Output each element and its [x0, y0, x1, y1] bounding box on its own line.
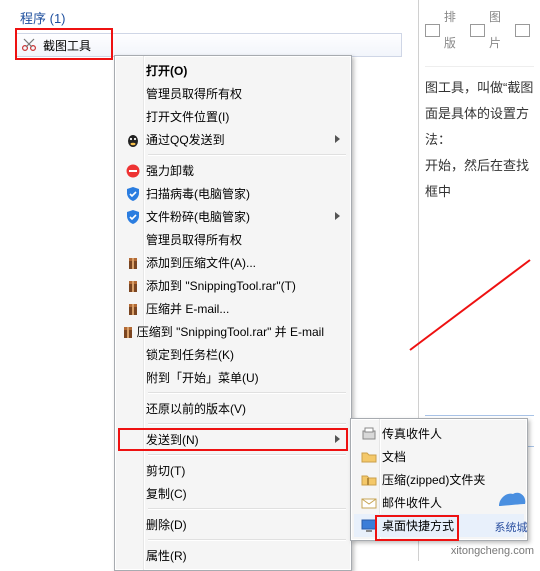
- text-line: 面是具体的设置方法：: [425, 101, 534, 153]
- context-menu: 打开(O) 管理员取得所有权 打开文件位置(I) 通过QQ发送到 强力卸载 扫描…: [114, 55, 352, 571]
- menu-label: 删除(D): [146, 516, 187, 533]
- menu-compress-email[interactable]: 压缩并 E-mail...: [118, 297, 348, 320]
- text-line: 开始，然后在查找框中: [425, 153, 534, 205]
- menu-force-uninstall[interactable]: 强力卸载: [118, 159, 348, 182]
- menu-cut[interactable]: 剪切(T): [118, 459, 348, 482]
- section-header: 程序 (1): [0, 0, 418, 31]
- menu-separator: [148, 508, 346, 510]
- menu-label: 文档: [382, 448, 406, 465]
- menu-label: 锁定到任务栏(K): [146, 346, 234, 363]
- menu-label: 传真收件人: [382, 425, 442, 442]
- menu-open[interactable]: 打开(O): [118, 59, 348, 82]
- menu-properties[interactable]: 属性(R): [118, 544, 348, 567]
- menu-admin[interactable]: 管理员取得所有权: [118, 82, 348, 105]
- shield-icon: [125, 209, 141, 225]
- folder-icon: [361, 449, 377, 465]
- chevron-right-icon: [335, 135, 340, 143]
- scissors-icon: [21, 37, 37, 53]
- chevron-right-icon: [335, 212, 340, 220]
- watermark-url: xitongcheng.com: [451, 545, 534, 557]
- toolbar-image[interactable]: 图片: [489, 4, 511, 56]
- menu-label: 附到「开始」菜单(U): [146, 369, 259, 386]
- menu-label: 还原以前的版本(V): [146, 400, 246, 417]
- toolbar-layout[interactable]: 排版: [444, 4, 466, 56]
- menu-separator: [148, 423, 346, 425]
- rar-icon: [125, 301, 141, 317]
- menu-label: 强力卸载: [146, 162, 194, 179]
- desktop-icon: [361, 518, 377, 534]
- layout-icon: [425, 24, 440, 37]
- menu-label: 扫描病毒(电脑管家): [146, 185, 250, 202]
- menu-separator: [148, 454, 346, 456]
- rar-icon: [125, 278, 141, 294]
- menu-delete[interactable]: 删除(D): [118, 513, 348, 536]
- rar-icon: [125, 255, 141, 271]
- menu-restore-prev[interactable]: 还原以前的版本(V): [118, 397, 348, 420]
- menu-scan-virus[interactable]: 扫描病毒(电脑管家): [118, 182, 348, 205]
- menu-pin-start[interactable]: 附到「开始」菜单(U): [118, 366, 348, 389]
- menu-label: 桌面快捷方式: [382, 517, 454, 534]
- menu-label: 添加到压缩文件(A)...: [146, 254, 256, 271]
- video-icon: [515, 24, 530, 37]
- mail-icon: [361, 495, 377, 511]
- uninstall-icon: [125, 163, 141, 179]
- menu-admin2[interactable]: 管理员取得所有权: [118, 228, 348, 251]
- menu-label: 属性(R): [146, 547, 187, 564]
- qq-icon: [125, 132, 141, 148]
- image-icon: [470, 24, 485, 37]
- menu-label: 剪切(T): [146, 462, 185, 479]
- menu-label: 发送到(N): [146, 431, 199, 448]
- watermark-logo: 系统城: [494, 486, 528, 535]
- rar-icon: [120, 324, 136, 340]
- submenu-fax[interactable]: 传真收件人: [354, 422, 524, 445]
- watermark-label: 系统城: [494, 519, 528, 535]
- menu-label: 压缩到 "SnippingTool.rar" 并 E-mail: [137, 323, 324, 340]
- menu-send-to[interactable]: 发送到(N): [118, 428, 348, 451]
- result-label: 截图工具: [43, 37, 91, 54]
- search-result-item[interactable]: 截图工具: [16, 33, 402, 57]
- menu-open-location[interactable]: 打开文件位置(I): [118, 105, 348, 128]
- text-line: 图工具，叫做“截图: [425, 75, 534, 101]
- zip-icon: [361, 472, 377, 488]
- menu-label: 邮件收件人: [382, 494, 442, 511]
- menu-add-archive[interactable]: 添加到压缩文件(A)...: [118, 251, 348, 274]
- menu-label: 通过QQ发送到: [146, 131, 225, 148]
- menu-label: 添加到 "SnippingTool.rar"(T): [146, 277, 296, 294]
- menu-qq-send[interactable]: 通过QQ发送到: [118, 128, 348, 151]
- menu-label: 复制(C): [146, 485, 187, 502]
- submenu-docs[interactable]: 文档: [354, 445, 524, 468]
- menu-label: 打开文件位置(I): [146, 108, 229, 125]
- menu-pin-taskbar[interactable]: 锁定到任务栏(K): [118, 343, 348, 366]
- menu-label: 管理员取得所有权: [146, 85, 242, 102]
- fax-icon: [361, 426, 377, 442]
- menu-label: 文件粉碎(电脑管家): [146, 208, 250, 225]
- menu-label: 压缩(zipped)文件夹: [382, 471, 485, 488]
- editor-toolbar: 排版 图片: [425, 0, 534, 67]
- menu-separator: [148, 539, 346, 541]
- menu-file-shred[interactable]: 文件粉碎(电脑管家): [118, 205, 348, 228]
- menu-label: 管理员取得所有权: [146, 231, 242, 248]
- menu-copy[interactable]: 复制(C): [118, 482, 348, 505]
- menu-label: 压缩并 E-mail...: [146, 300, 229, 317]
- menu-add-to-rar[interactable]: 添加到 "SnippingTool.rar"(T): [118, 274, 348, 297]
- menu-label: 打开(O): [146, 62, 187, 79]
- shield-icon: [125, 186, 141, 202]
- menu-separator: [148, 154, 346, 156]
- chevron-right-icon: [335, 435, 340, 443]
- menu-compress-rar-email[interactable]: 压缩到 "SnippingTool.rar" 并 E-mail: [118, 320, 348, 343]
- menu-separator: [148, 392, 346, 394]
